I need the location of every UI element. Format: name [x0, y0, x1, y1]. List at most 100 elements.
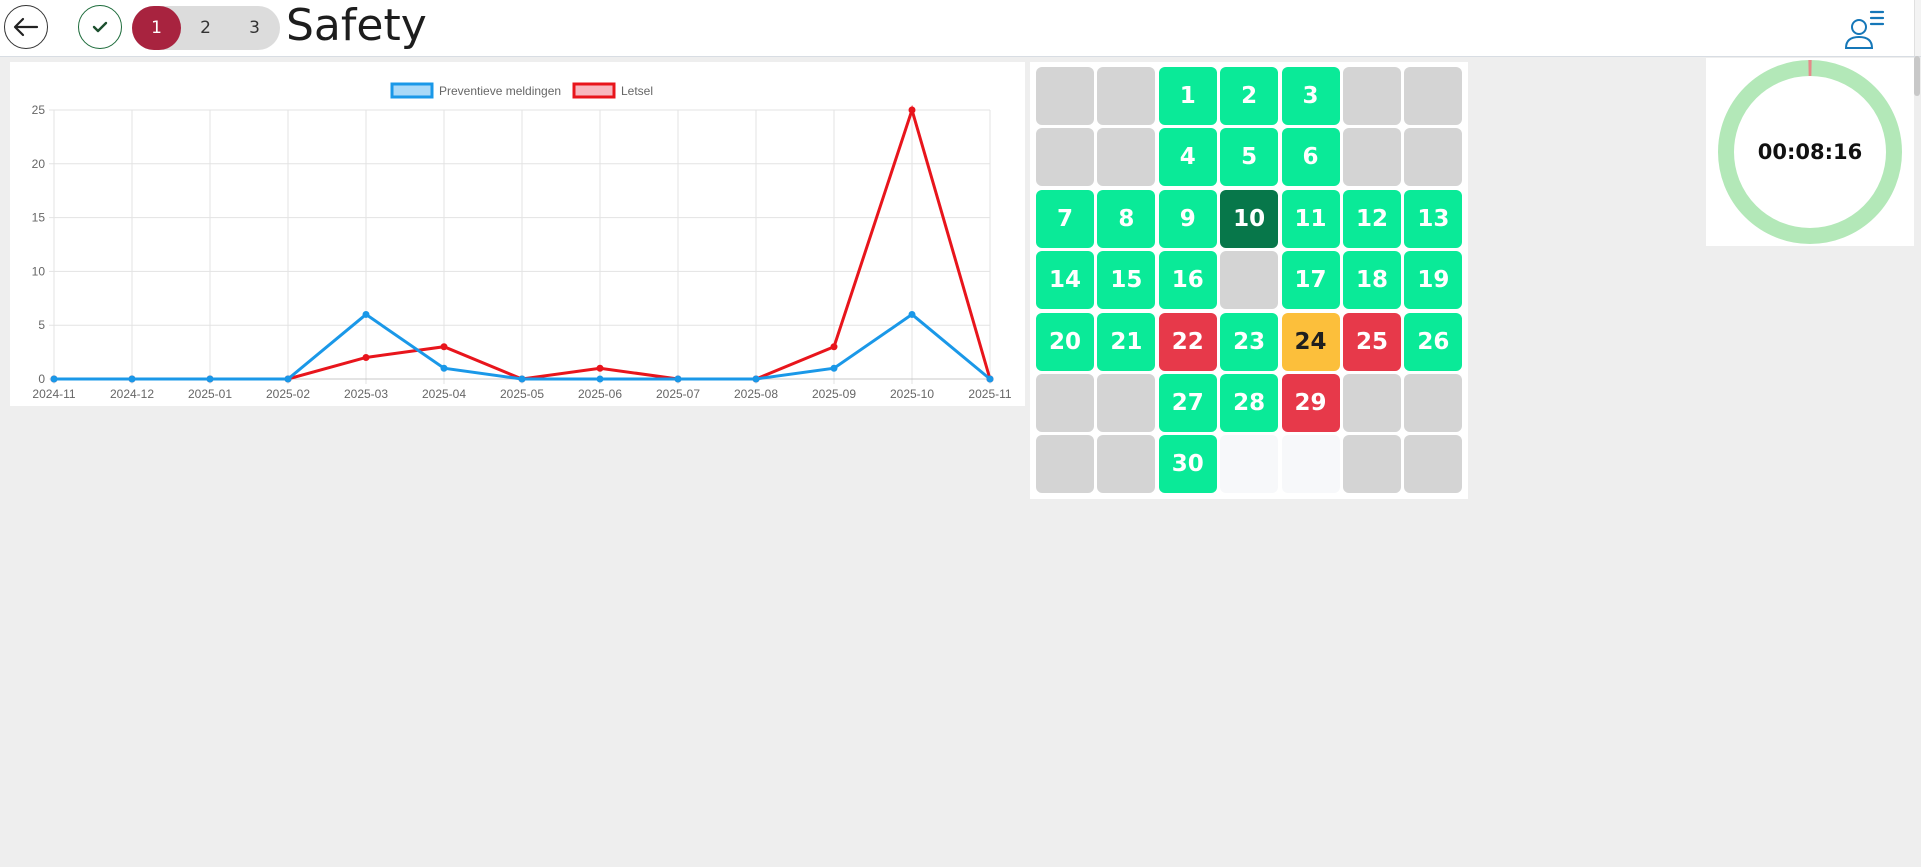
calendar-day-29[interactable]: 29	[1281, 373, 1340, 432]
data-point[interactable]	[50, 375, 58, 383]
complete-button[interactable]	[78, 5, 122, 49]
x-tick-label: 2025-11	[968, 387, 1011, 401]
y-tick-label: 25	[32, 103, 46, 117]
y-tick-label: 10	[32, 264, 46, 278]
calendar-day-6[interactable]: 6	[1281, 128, 1340, 187]
data-point[interactable]	[206, 375, 214, 383]
y-tick-label: 0	[38, 372, 45, 386]
calendar-day-1[interactable]: 1	[1158, 67, 1217, 125]
back-button[interactable]	[4, 5, 48, 49]
calendar-blank-cell	[1404, 435, 1463, 494]
scrollbar-thumb[interactable]	[1914, 56, 1920, 96]
step-3-button[interactable]: 3	[230, 6, 279, 50]
legend-label[interactable]: Letsel	[621, 84, 653, 98]
calendar-day-26[interactable]: 26	[1404, 312, 1463, 371]
data-point[interactable]	[284, 375, 292, 383]
x-tick-label: 2025-05	[500, 387, 544, 401]
x-tick-label: 2025-06	[578, 387, 622, 401]
calendar-day-27[interactable]: 27	[1158, 373, 1217, 432]
calendar-day-2[interactable]: 2	[1220, 67, 1279, 125]
data-point[interactable]	[908, 310, 916, 318]
chart-legend: Preventieve meldingen Letsel	[390, 82, 653, 99]
data-point[interactable]	[440, 343, 448, 351]
page-title: Safety	[286, 0, 427, 51]
calendar-day-30[interactable]: 30	[1158, 435, 1217, 494]
calendar-day-3[interactable]: 3	[1281, 67, 1340, 125]
arrow-left-icon	[13, 17, 39, 37]
calendar-day-9[interactable]: 9	[1158, 189, 1217, 248]
data-point[interactable]	[986, 375, 994, 383]
legend-swatch[interactable]	[572, 82, 616, 99]
calendar-blank-cell	[1342, 435, 1401, 494]
data-point[interactable]	[830, 364, 838, 372]
x-tick-label: 2025-10	[890, 387, 934, 401]
calendar-day-24[interactable]: 24	[1281, 312, 1340, 371]
calendar-day-7[interactable]: 7	[1036, 189, 1094, 248]
calendar-day-22[interactable]: 22	[1158, 312, 1217, 371]
calendar-blank-cell	[1036, 435, 1094, 494]
calendar-day-5[interactable]: 5	[1220, 128, 1279, 187]
calendar-day-4[interactable]: 4	[1158, 128, 1217, 187]
calendar-day-19[interactable]: 19	[1404, 251, 1463, 310]
calendar-day-10[interactable]: 10	[1220, 189, 1279, 248]
calendar-day-23[interactable]: 23	[1220, 312, 1279, 371]
calendar-day-12[interactable]: 12	[1342, 189, 1401, 248]
x-tick-label: 2025-09	[812, 387, 856, 401]
header-bar: 1 2 3 Safety	[0, 0, 1921, 57]
calendar-day-11[interactable]: 11	[1281, 189, 1340, 248]
calendar-day-8[interactable]: 8	[1097, 189, 1156, 248]
legend-label[interactable]: Preventieve meldingen	[439, 84, 561, 98]
data-point[interactable]	[596, 364, 604, 372]
calendar-blank-cell	[1220, 435, 1279, 494]
calendar-blank-cell	[1097, 435, 1156, 494]
calendar-blank-cell	[1404, 373, 1463, 432]
calendar-day-16[interactable]: 16	[1158, 251, 1217, 310]
step-2-button[interactable]: 2	[181, 6, 230, 50]
data-point[interactable]	[674, 375, 682, 383]
timer-panel: 00:08:16	[1706, 58, 1914, 246]
chart-gridlines	[49, 109, 991, 384]
calendar-blank-cell	[1404, 128, 1463, 187]
data-point[interactable]	[362, 310, 370, 318]
calendar-day-21[interactable]: 21	[1097, 312, 1156, 371]
data-point[interactable]	[596, 375, 604, 383]
calendar-day-13[interactable]: 13	[1404, 189, 1463, 248]
calendar-day-25[interactable]: 25	[1342, 312, 1401, 371]
x-tick-label: 2025-04	[422, 387, 466, 401]
calendar-day-18[interactable]: 18	[1342, 251, 1401, 310]
calendar-day-14[interactable]: 14	[1036, 251, 1094, 310]
calendar-day-28[interactable]: 28	[1220, 373, 1279, 432]
calendar-day-20[interactable]: 20	[1036, 312, 1094, 371]
calendar-blank-cell	[1342, 373, 1401, 432]
window-edge	[1914, 0, 1921, 56]
timer-value: 00:08:16	[1757, 140, 1863, 164]
data-point[interactable]	[830, 343, 838, 351]
calendar-blank-cell	[1220, 251, 1279, 310]
calendar-blank-cell	[1097, 128, 1156, 187]
data-point[interactable]	[908, 106, 916, 114]
calendar-blank-cell	[1342, 128, 1401, 187]
legend-swatch[interactable]	[390, 82, 434, 99]
step-1-button[interactable]: 1	[132, 6, 181, 50]
check-icon	[92, 21, 108, 33]
step-switcher: 1 2 3	[132, 6, 280, 50]
calendar-day-17[interactable]: 17	[1281, 251, 1340, 310]
x-tick-label: 2024-12	[110, 387, 154, 401]
data-point[interactable]	[362, 353, 370, 361]
calendar-day-15[interactable]: 15	[1097, 251, 1156, 310]
data-point[interactable]	[128, 375, 136, 383]
safety-calendar-panel: 1 2 3 4 5 6 7 8 9 10 11 12 13 14 15 16 17 18 19 20 21 22 23 24 2…	[1030, 62, 1468, 499]
calendar-blank-cell	[1097, 373, 1156, 432]
data-point[interactable]	[752, 375, 760, 383]
calendar-blank-cell	[1342, 67, 1401, 125]
x-tick-label: 2025-02	[266, 387, 310, 401]
y-tick-label: 15	[32, 211, 46, 225]
data-point[interactable]	[440, 364, 448, 372]
y-tick-label: 5	[38, 318, 45, 332]
calendar-blank-cell	[1036, 373, 1094, 432]
calendar-blank-cell	[1404, 67, 1463, 125]
x-tick-label: 2025-07	[656, 387, 700, 401]
user-menu-button[interactable]	[1840, 6, 1888, 52]
y-tick-label: 20	[32, 157, 46, 171]
data-point[interactable]	[518, 375, 526, 383]
